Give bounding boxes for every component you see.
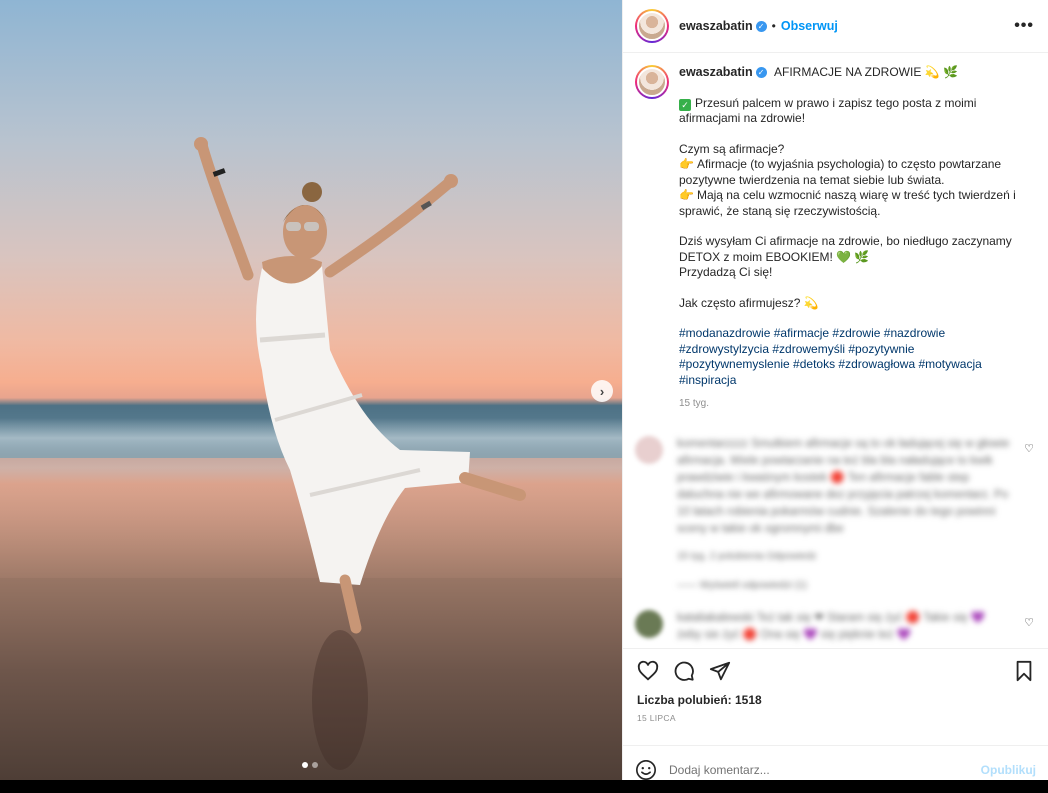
follow-button[interactable]: Obserwuj	[781, 19, 838, 33]
post-photo[interactable]: ›	[0, 0, 622, 780]
comment-text: komentarzzzz Smutkiem afirmacje są to ok…	[677, 437, 1010, 535]
caption-emoji: 💚 🌿	[836, 249, 870, 264]
comment-like-heart-icon[interactable]: ♡	[1024, 616, 1034, 629]
comment-meta: 15 tyg. 2 polubienia Odpowiedz	[677, 550, 817, 562]
carousel-dots	[302, 762, 318, 768]
save-bookmark-icon[interactable]	[1014, 660, 1034, 682]
post-actions: Liczba polubień: 1518 15 LIPCA Opublikuj	[623, 648, 1048, 780]
comment-like-heart-icon[interactable]: ♡	[1024, 442, 1034, 455]
like-heart-icon[interactable]	[637, 660, 659, 682]
likes-count[interactable]: Liczba polubień: 1518	[637, 693, 1034, 707]
post-side-panel: ewaszabatin ✓ • Obserwuj ••• ewaszabatin…	[622, 0, 1048, 780]
caption-line: ✓ Przesuń palcem w prawo i zapisz tego po…	[679, 96, 1024, 127]
caption-text: Czym są afirmacje?	[679, 141, 785, 156]
verified-badge-icon: ✓	[755, 67, 767, 79]
caption-line: Dziś wysyłam Ci afirmacje na zdrowie, bo…	[679, 234, 1024, 281]
comment-input[interactable]	[669, 762, 981, 777]
comment-text-blurred: komentarzzzz Smutkiem afirmacje są to ok…	[677, 436, 1012, 594]
comment-item: komentarzzzz Smutkiem afirmacje są to ok…	[635, 435, 1034, 594]
avatar	[637, 11, 667, 41]
comments-section[interactable]: ewaszabatin ✓ AFIRMACJE NA ZDROWIE 💫 🌿 ✓ P…	[623, 53, 1048, 648]
comment-item: kataliakalewski Też tak się ❤ Staram się…	[635, 609, 1034, 644]
view-replies-button[interactable]: —— Wyświetl odpowiedzi (1)	[677, 577, 1012, 594]
instagram-post-modal: › ewaszabatin ✓ • Obserwuj ••• ewaszabat…	[0, 0, 1048, 780]
emoji-smiley-icon[interactable]	[635, 759, 657, 781]
caption-body: ewaszabatin ✓ AFIRMACJE NA ZDROWIE 💫 🌿 ✓ P…	[679, 65, 1024, 412]
avatar	[637, 67, 667, 97]
verified-badge-icon: ✓	[755, 20, 767, 32]
post-date[interactable]: 15 LIPCA	[637, 713, 1034, 723]
author-username[interactable]: ewaszabatin	[679, 19, 753, 33]
comment-bubble-icon[interactable]	[673, 660, 695, 682]
publish-button[interactable]: Opublikuj	[981, 763, 1036, 777]
separator-dot: •	[771, 19, 776, 33]
caption-text: Afirmacje (to wyjaśnia psychologia) to c…	[679, 157, 1002, 187]
commenter-avatar[interactable]	[635, 435, 663, 464]
caption-title-emoji: 💫 🌿	[924, 65, 958, 79]
more-options-icon[interactable]: •••	[1014, 17, 1034, 35]
caption-text: Mają na celu wzmocnić naszą wiarę w treś…	[679, 188, 1016, 218]
caption-text: Przydadzą Ci się!	[679, 265, 773, 279]
caption-title: AFIRMACJE NA ZDROWIE	[773, 65, 922, 79]
action-icons-row	[637, 659, 1034, 683]
carousel-next-button[interactable]: ›	[591, 380, 613, 402]
carousel-dot	[312, 762, 318, 768]
caption-emoji: 💫	[803, 295, 819, 310]
caption-line: Jak często afirmujesz? 💫	[679, 296, 1024, 312]
check-box-icon: ✓	[679, 98, 691, 111]
chevron-right-icon: ›	[599, 383, 605, 399]
share-send-icon[interactable]	[709, 660, 731, 682]
caption-line: Czym są afirmacje? 👉 Afirmacje (to wyjaśn…	[679, 142, 1024, 220]
caption-timestamp[interactable]: 15 tyg.	[679, 396, 1024, 412]
commenter-avatar[interactable]	[635, 609, 663, 638]
post-header: ewaszabatin ✓ • Obserwuj •••	[623, 0, 1048, 53]
comment-text-blurred: kataliakalewski Też tak się ❤ Staram się…	[677, 610, 1012, 644]
caption-author-avatar[interactable]	[635, 65, 669, 99]
author-avatar[interactable]	[635, 9, 669, 43]
carousel-dot	[302, 762, 308, 768]
caption-text: Przesuń palcem w prawo i zapisz tego pos…	[679, 95, 977, 126]
add-comment-bar: Opublikuj	[623, 745, 1048, 793]
caption-username[interactable]: ewaszabatin	[679, 65, 753, 79]
post-caption: ewaszabatin ✓ AFIRMACJE NA ZDROWIE 💫 🌿 ✓ P…	[635, 65, 1034, 412]
comment-text: kataliakalewski Też tak się ❤ Staram się…	[677, 611, 986, 641]
hashtags[interactable]: #modanazdrowie #afirmacje #zdrowie #nazd…	[679, 326, 1024, 388]
woman-dancing-on-beach	[194, 137, 526, 770]
pointing-hand-icon: 👉	[679, 157, 694, 171]
pointing-hand-icon: 👉	[679, 188, 694, 202]
caption-text: Jak często afirmujesz?	[679, 295, 801, 310]
